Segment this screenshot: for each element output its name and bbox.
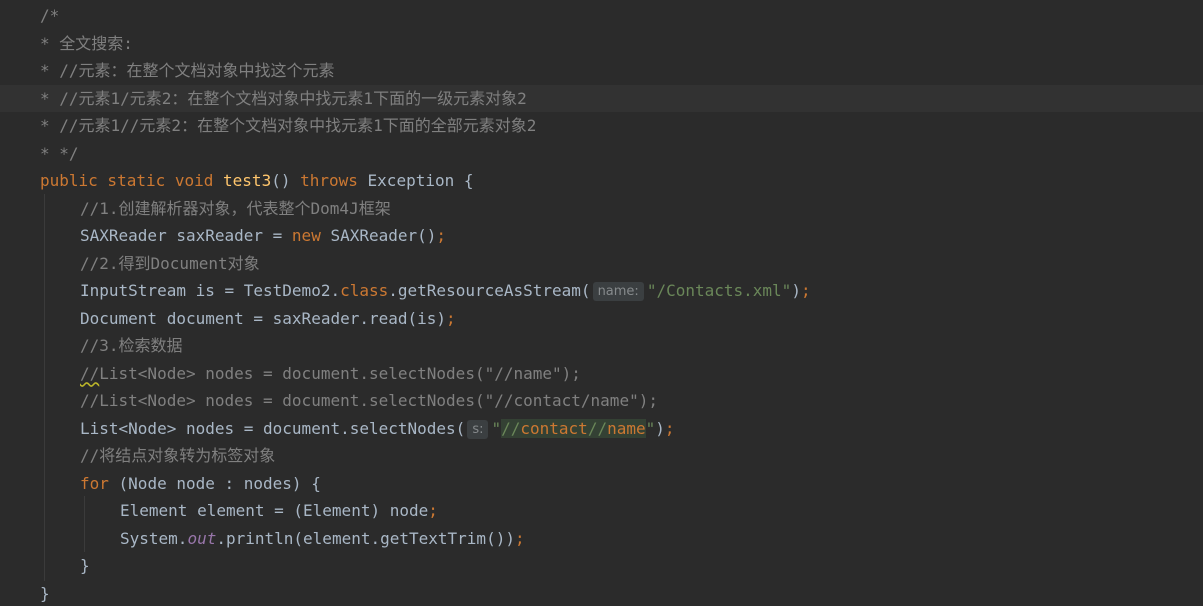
xpath-element: name <box>607 418 646 438</box>
code-text: SAXReader() <box>320 226 437 245</box>
comment-text: /* <box>40 6 60 25</box>
statement: System.out.println(element.getTextTrim()… <box>120 525 525 553</box>
code-text: ) <box>655 418 665 438</box>
xpath-element: contact <box>520 418 588 438</box>
xpath-slashes: // <box>587 418 608 438</box>
code-line-15[interactable]: //List<Node> nodes = document.selectNode… <box>0 387 1203 415</box>
code-line-2[interactable]: * 全文搜索: <box>0 30 1203 58</box>
code-text: (Node node : nodes) { <box>108 473 321 493</box>
keyword-class: class <box>340 281 389 300</box>
keyword-for: for <box>80 473 109 493</box>
code-text: ) <box>791 281 801 300</box>
statement: List<Node> nodes = document.selectNodes(… <box>80 415 675 443</box>
parameter-hint-s: s: <box>467 419 489 439</box>
code-line-5[interactable]: * //元素1//元素2：在整个文档对象中找元素1下面的全部元素对象2 <box>0 112 1203 140</box>
code-text: SAXReader saxReader = <box>80 226 292 245</box>
comment-text: List<Node> nodes = document.selectNodes(… <box>99 363 581 383</box>
parameter-hint-name: name: <box>592 282 644 301</box>
code-line-17[interactable]: //将结点对象转为标签对象 <box>0 442 1203 470</box>
code-line-8[interactable]: //1.创建解析器对象，代表整个Dom4J框架 <box>0 195 1203 223</box>
code-text: Document document = saxReader.read(is) <box>80 308 447 328</box>
code-line-14[interactable]: //List<Node> nodes = document.selectNode… <box>0 360 1203 388</box>
comment-text: //3.检索数据 <box>80 336 183 355</box>
code-text: System. <box>120 528 188 548</box>
semicolon: ; <box>514 528 525 548</box>
code-text: InputStream is = TestDemo2. <box>80 281 341 300</box>
closing-brace: } <box>80 556 90 575</box>
comment-text: //2.得到Document对象 <box>80 253 260 273</box>
commented-code: //List<Node> nodes = document.selectNode… <box>80 360 581 388</box>
statement: Document document = saxReader.read(is); <box>80 305 456 333</box>
semicolon: ; <box>436 226 447 245</box>
keyword-throws: throws <box>300 171 358 190</box>
xpath-slashes: // <box>501 418 521 438</box>
code-line-11[interactable]: InputStream is = TestDemo2.class.getReso… <box>0 277 1203 305</box>
code-line-6[interactable]: * */ <box>0 140 1203 168</box>
code-line-22[interactable]: } <box>0 580 1203 606</box>
comment-text: //1.创建解析器对象，代表整个Dom4J框架 <box>80 198 391 218</box>
code-line-7[interactable]: public static void test3() throws Except… <box>0 167 1203 195</box>
code-line-9[interactable]: SAXReader saxReader = new SAXReader(); <box>0 222 1203 250</box>
comment-text: * //元素：在整个文档对象中找这个元素 <box>40 61 335 80</box>
method-signature: public static void test3() throws Except… <box>40 167 474 195</box>
comment-text: //将结点对象转为标签对象 <box>80 446 276 465</box>
code-line-16[interactable]: List<Node> nodes = document.selectNodes(… <box>0 415 1203 443</box>
comment-text: * 全文搜索: <box>40 33 133 53</box>
semicolon: ; <box>664 418 675 438</box>
code-text: Element element = (Element) node <box>120 501 429 520</box>
warning-squiggle[interactable]: // <box>80 364 99 383</box>
code-text: .println(element.getTextTrim()) <box>216 528 515 548</box>
code-line-13[interactable]: //3.检索数据 <box>0 332 1203 360</box>
code-text: .getResourceAsStream( <box>388 281 591 300</box>
xpath-injection: //contact//name <box>501 418 646 438</box>
string-literal: "/Contacts.xml" <box>646 281 792 300</box>
comment-text: * //元素1//元素2：在整个文档对象中找元素1下面的全部元素对象2 <box>40 116 537 135</box>
semicolon: ; <box>446 308 456 328</box>
comment-text: * */ <box>40 143 79 163</box>
closing-brace: } <box>40 583 50 603</box>
keyword-modifiers: public static void <box>40 171 224 190</box>
code-line-12[interactable]: Document document = saxReader.read(is); <box>0 305 1203 333</box>
code-text: List<Node> nodes = document.selectNodes( <box>80 418 466 438</box>
statement: SAXReader saxReader = new SAXReader(); <box>80 222 446 250</box>
method-name: test3 <box>223 171 272 190</box>
comment-text: * //元素1/元素2：在整个文档对象中找元素1下面的一级元素对象2 <box>40 88 527 108</box>
code-text: Exception { <box>357 171 474 190</box>
code-text: () <box>271 171 301 190</box>
code-line-18[interactable]: for (Node node : nodes) { <box>0 470 1203 498</box>
code-line-21[interactable]: } <box>0 552 1203 580</box>
static-field: out <box>187 528 217 548</box>
code-editor[interactable]: /* * 全文搜索: * //元素：在整个文档对象中找这个元素 * //元素1/… <box>0 0 1203 606</box>
comment-text: //List<Node> nodes = document.selectNode… <box>80 391 658 410</box>
statement: InputStream is = TestDemo2.class.getReso… <box>80 277 811 305</box>
keyword-new: new <box>291 226 321 245</box>
code-line-10[interactable]: //2.得到Document对象 <box>0 250 1203 278</box>
string-quote: " <box>491 418 502 438</box>
string-quote: " <box>645 418 656 438</box>
code-line-20[interactable]: System.out.println(element.getTextTrim()… <box>0 525 1203 553</box>
semicolon: ; <box>428 501 438 520</box>
statement: for (Node node : nodes) { <box>80 470 321 498</box>
semicolon: ; <box>800 281 811 300</box>
code-line-4-current[interactable]: * //元素1/元素2：在整个文档对象中找元素1下面的一级元素对象2 <box>0 84 1203 112</box>
code-line-1[interactable]: /* <box>0 2 1203 30</box>
code-line-3[interactable]: * //元素：在整个文档对象中找这个元素 <box>0 57 1203 85</box>
code-line-19[interactable]: Element element = (Element) node; <box>0 497 1203 525</box>
statement: Element element = (Element) node; <box>120 497 438 525</box>
